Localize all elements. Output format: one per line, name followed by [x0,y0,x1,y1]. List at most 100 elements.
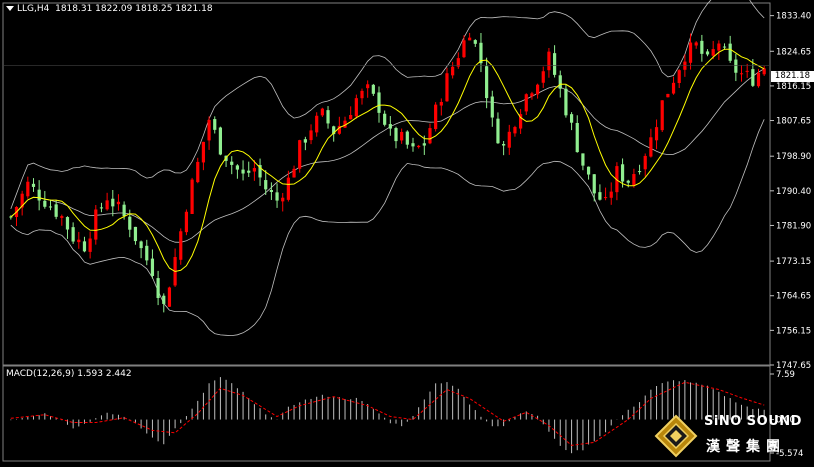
candle-body [366,84,370,89]
candle-body [700,40,704,54]
candle-body [745,70,749,72]
candle-body [201,141,206,163]
candle-body [677,70,681,83]
candle-body [439,101,443,106]
candle-body [247,170,251,173]
candle-body [632,174,636,186]
candle-body [326,110,330,124]
candle-body [722,46,727,48]
candle-body [54,204,58,217]
candle-body [122,204,126,217]
candle-body [196,161,200,183]
candle-body [37,189,41,201]
candle-body [377,92,381,113]
candle-body [462,40,466,58]
candle-body [496,118,500,144]
candle-body [116,201,121,205]
collapse-triangle-icon[interactable] [6,6,14,11]
candle-body [65,217,70,230]
candle-body [626,180,630,183]
price-axis-label: 1824.65 [776,47,811,57]
candle-body [43,200,47,207]
candle-body [468,37,472,41]
diamond-logo-icon [654,414,698,458]
candle-body [139,241,143,249]
price-axis-label: 1816.15 [776,82,811,92]
brand-name-en: SiNO SOUND [704,414,802,429]
price-axis-label: 1764.65 [776,292,811,302]
macd-label: MACD(12,26,9) 1.593 2.442 [6,369,132,379]
candle-body [586,166,591,175]
candle-body [105,200,109,210]
candle-body [405,131,409,145]
candle-body [581,153,585,166]
symbol-label: LLG,H4 [17,4,50,14]
company-logo: SiNO SOUND 漢聲集團 [648,412,814,463]
candle-body [31,183,36,187]
candle-body [711,49,715,56]
candle-body [320,108,324,116]
chart-info-bar: LLG,H4 1818.31 1822.09 1818.25 1821.18 [6,4,213,14]
candle-body [575,122,579,153]
candle-body [762,68,766,75]
candle-body [48,206,53,208]
candle-body [360,90,364,99]
candle-body [383,113,387,125]
price-axis-label: 1773.15 [776,257,811,267]
candle-body [756,72,761,87]
candle-body [128,216,132,230]
candle-body [637,171,642,173]
candle-body [264,180,268,190]
candle-body [230,161,234,165]
candle-body [394,128,398,142]
candle-body [269,190,273,193]
candle-body [552,53,557,75]
candle-body [502,144,506,146]
candle-body [530,93,534,97]
candle-body [688,42,693,63]
candle-body [541,71,545,83]
candle-body [354,98,358,117]
candle-body [281,197,285,202]
candle-body [417,145,421,148]
price-axis-label: 1781.90 [776,221,811,231]
candle-body [728,43,732,61]
candle-body [620,164,625,182]
candle-body [734,59,738,73]
candle-body [400,131,404,141]
candle-body [428,128,432,144]
candle-body [473,40,477,44]
candle-body [241,169,245,174]
candle-body [298,140,302,169]
ohlc-values: 1818.31 1822.09 1818.25 1821.18 [55,4,213,14]
candle-body [133,226,138,242]
candle-body [179,231,183,260]
candle-body [524,94,528,112]
chart-window[interactable]: 1833.40 1824.65 1816.15 1807.65 1798.90 1790.… [0,0,814,463]
candle-body [156,278,160,298]
candle-body [286,177,290,200]
candle-body [26,181,30,197]
price-axis-label: 1807.65 [776,117,811,127]
candle-body [666,93,670,98]
price-chart[interactable]: 1833.40 1824.65 1816.15 1807.65 1798.90 1790.… [0,0,814,463]
candle-body [292,168,296,178]
candle-body [507,131,511,148]
candle-body [660,100,664,131]
candle-body [94,209,98,240]
candle-body [82,241,87,252]
candle-body [88,238,92,252]
brand-name-zh: 漢聲集團 [706,439,786,455]
candle-body [705,51,710,55]
candle-body [167,287,172,307]
candle-body [411,143,415,147]
candle-body [671,82,676,94]
candle-body [654,127,659,141]
candle-body [150,258,155,276]
candle-body [252,168,256,172]
candle-body [717,43,721,51]
candle-body [643,155,647,170]
candle-body [598,192,602,200]
candle-body [445,73,449,102]
candle-body [434,104,438,130]
